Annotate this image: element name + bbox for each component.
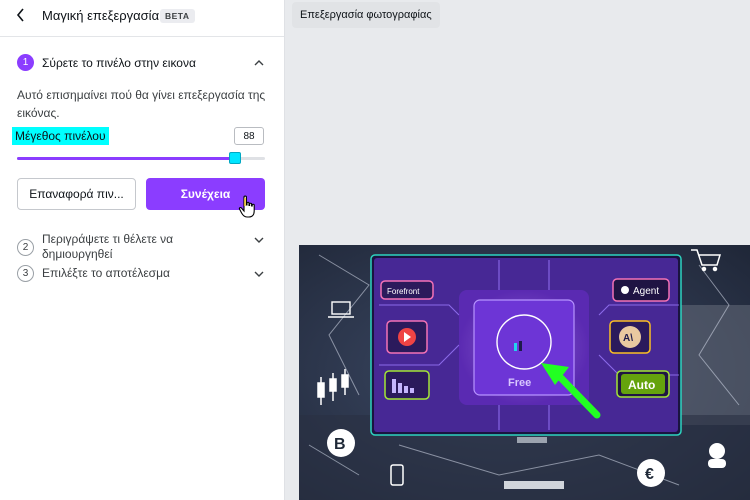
brush-size-input[interactable]: 88 xyxy=(234,127,264,145)
chevron-left-icon xyxy=(16,8,24,22)
step-3-number: 3 xyxy=(17,265,34,282)
step-1-number: 1 xyxy=(17,54,34,71)
free-label: Free xyxy=(508,377,531,389)
canvas-photo[interactable]: Free Forefront Agent A\ Auto B € xyxy=(299,245,750,500)
step-2-number: 2 xyxy=(17,238,34,256)
slider-fill xyxy=(17,157,236,160)
slider-thumb[interactable] xyxy=(229,152,242,164)
header-divider xyxy=(0,36,284,37)
chevron-down-icon[interactable] xyxy=(253,234,265,246)
monitor-stand xyxy=(517,437,547,443)
panel-title: Μαγική επεξεργασία xyxy=(42,8,160,23)
brush-size-slider[interactable] xyxy=(17,152,265,164)
back-button[interactable] xyxy=(12,6,30,24)
edit-photo-button[interactable]: Επεξεργασία φωτογραφίας xyxy=(292,2,440,28)
svg-text:A\: A\ xyxy=(623,333,633,344)
step-1-header[interactable]: 1 Σύρετε το πινέλο στην εικονα xyxy=(17,54,196,71)
auto-label: Auto xyxy=(628,378,655,392)
brush-size-label: Μέγεθος πινέλου xyxy=(12,127,109,145)
hand-cursor-icon xyxy=(238,195,255,218)
svg-text:€: € xyxy=(645,466,654,483)
step-1-label: Σύρετε το πινέλο στην εικονα xyxy=(42,55,196,70)
step-2-label: Περιγράψετε τι θέλετε να δημιουργηθεί xyxy=(42,232,173,262)
reset-brush-button[interactable]: Επαναφορά πιν... xyxy=(17,178,136,210)
step-2-header[interactable]: 2 Περιγράψετε τι θέλετε να δημιουργηθεί xyxy=(17,232,173,262)
monitor-base xyxy=(504,481,564,489)
step-3-label: Επιλέξτε το αποτέλεσμα xyxy=(42,266,170,280)
chevron-up-icon[interactable] xyxy=(253,57,265,69)
beta-badge: BETA xyxy=(160,9,195,23)
left-panel: Μαγική επεξεργασία BETA 1 Σύρετε το πινέ… xyxy=(0,0,285,500)
step-2-label-line1: Περιγράψετε τι θέλετε να xyxy=(42,232,174,246)
chart-tile xyxy=(384,370,430,400)
support-icon xyxy=(708,443,726,468)
step-3-header[interactable]: 3 Επιλέξτε το αποτέλεσμα xyxy=(17,265,170,282)
forefront-label: Forefront xyxy=(387,287,420,296)
chevron-down-icon[interactable] xyxy=(253,268,265,280)
euro-icon: € xyxy=(637,459,665,487)
step-2-label-line2: δημιουργηθεί xyxy=(42,247,113,261)
agent-label: Agent xyxy=(633,286,659,297)
bitcoin-icon: B xyxy=(327,429,355,457)
svg-text:B: B xyxy=(334,436,346,453)
step-1-description: Αυτό επισημαίνει πού θα γίνει επεξεργασί… xyxy=(17,88,266,120)
panel-header: Μαγική επεξεργασία BETA xyxy=(0,0,285,32)
